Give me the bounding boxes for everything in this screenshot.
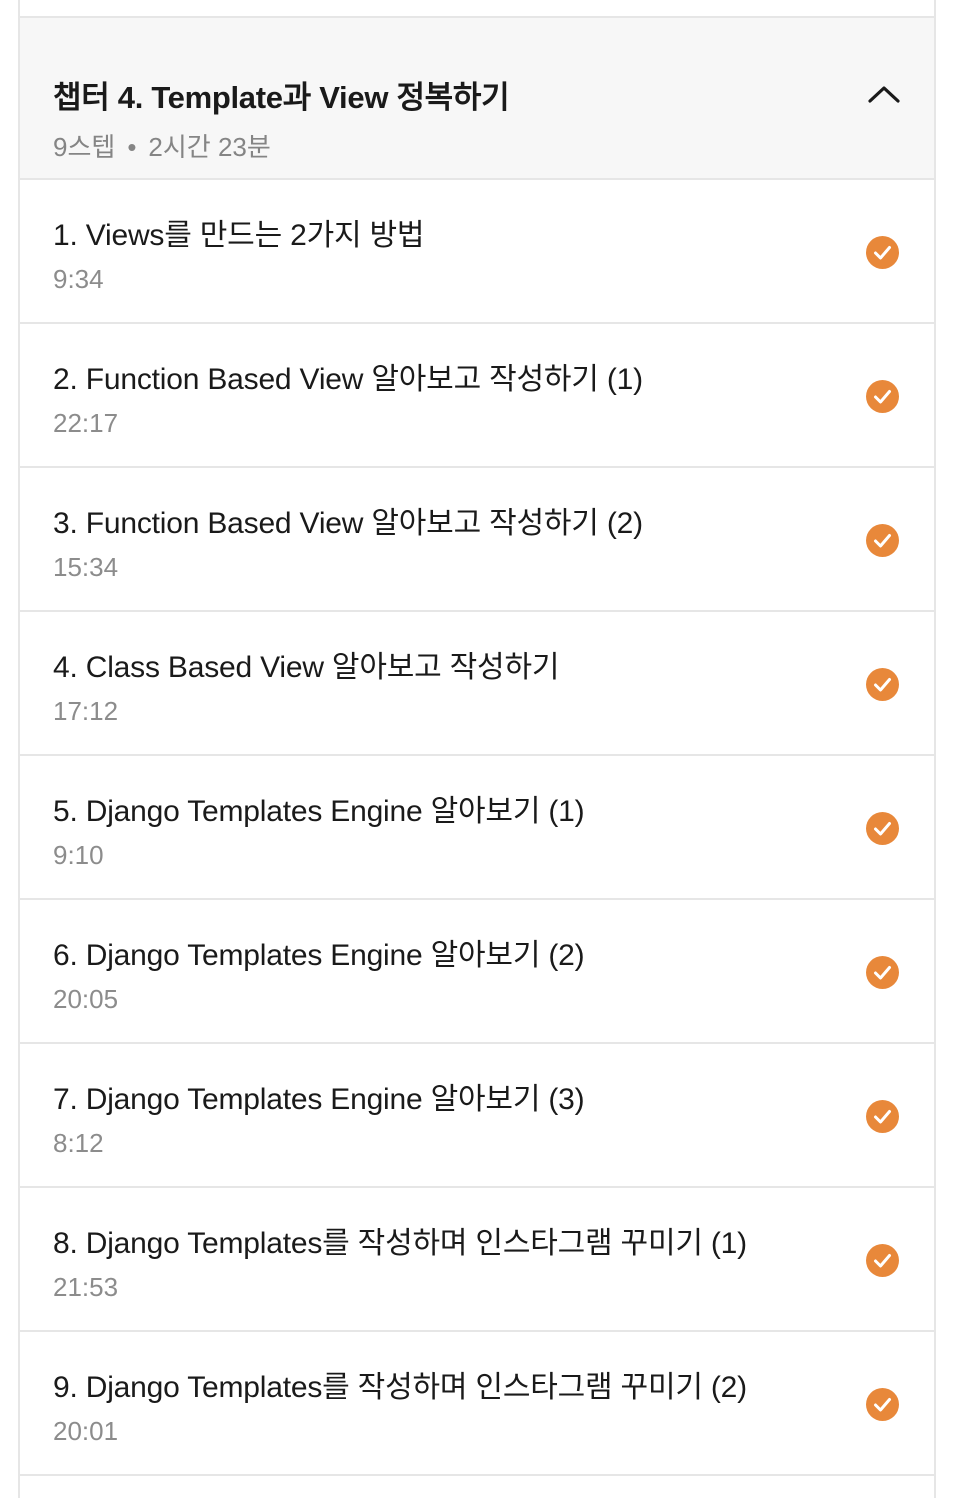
lesson-item-5[interactable]: 5. Django Templates Engine 알아보기 (1) 9:10 (20, 756, 934, 900)
lesson-title: 4. Class Based View 알아보고 작성하기 (53, 651, 560, 684)
lesson-item-1[interactable]: 1. Views를 만드는 2가지 방법 9:34 (20, 180, 934, 324)
chapter-header[interactable]: 챕터 4. Template과 View 정복하기 9스텝 • 2시간 23분 (20, 18, 934, 180)
lesson-item-7[interactable]: 7. Django Templates Engine 알아보기 (3) 8:12 (20, 1044, 934, 1188)
lesson-duration: 9:34 (53, 264, 104, 294)
lesson-duration: 21:53 (53, 1272, 119, 1302)
chevron-up-icon[interactable] (864, 76, 904, 112)
lesson-item-3[interactable]: 3. Function Based View 알아보고 작성하기 (2) 15:… (20, 468, 934, 612)
chapter-meta: 9스텝 • 2시간 23분 (53, 127, 271, 164)
lesson-item-8[interactable]: 8. Django Templates를 작성하며 인스타그램 꾸미기 (1) … (20, 1188, 934, 1332)
lesson-title: 2. Function Based View 알아보고 작성하기 (1) (53, 363, 643, 396)
check-circle-icon (866, 812, 899, 845)
check-circle-icon (866, 236, 899, 269)
check-circle-icon (866, 1388, 899, 1421)
lesson-title: 8. Django Templates를 작성하며 인스타그램 꾸미기 (1) (53, 1227, 747, 1260)
lesson-item-6[interactable]: 6. Django Templates Engine 알아보기 (2) 20:0… (20, 900, 934, 1044)
check-circle-icon (866, 668, 899, 701)
lesson-duration: 15:34 (53, 552, 119, 582)
lesson-item-4[interactable]: 4. Class Based View 알아보고 작성하기 17:12 (20, 612, 934, 756)
lesson-title: 9. Django Templates를 작성하며 인스타그램 꾸미기 (2) (53, 1371, 747, 1404)
check-circle-icon (866, 1244, 899, 1277)
check-circle-icon (866, 380, 899, 413)
lesson-item-2[interactable]: 2. Function Based View 알아보고 작성하기 (1) 22:… (20, 324, 934, 468)
lesson-duration: 20:01 (53, 1416, 119, 1446)
check-circle-icon (866, 524, 899, 557)
lesson-title: 7. Django Templates Engine 알아보기 (3) (53, 1083, 585, 1116)
lesson-duration: 20:05 (53, 984, 119, 1014)
lesson-duration: 17:12 (53, 696, 119, 726)
lesson-item-9[interactable]: 9. Django Templates를 작성하며 인스타그램 꾸미기 (2) … (20, 1332, 934, 1476)
lesson-duration: 8:12 (53, 1128, 104, 1158)
chapter-title: 챕터 4. Template과 View 정복하기 (53, 80, 510, 115)
chapter-steps: 9스텝 (53, 132, 116, 162)
lesson-duration: 9:10 (53, 840, 104, 870)
previous-chapter-edge (20, 0, 934, 18)
lesson-title: 1. Views를 만드는 2가지 방법 (53, 219, 425, 252)
lesson-list: 1. Views를 만드는 2가지 방법 9:34 2. Function Ba… (20, 180, 934, 1476)
lesson-duration: 22:17 (53, 408, 119, 438)
lesson-title: 3. Function Based View 알아보고 작성하기 (2) (53, 507, 643, 540)
meta-separator: • (127, 132, 137, 162)
check-circle-icon (866, 1100, 899, 1133)
chapter-total-time: 2시간 23분 (148, 132, 271, 162)
lesson-title: 5. Django Templates Engine 알아보기 (1) (53, 795, 585, 828)
curriculum-panel: 챕터 4. Template과 View 정복하기 9스텝 • 2시간 23분 1.… (18, 0, 936, 1498)
check-circle-icon (866, 956, 899, 989)
lesson-title: 6. Django Templates Engine 알아보기 (2) (53, 939, 585, 972)
